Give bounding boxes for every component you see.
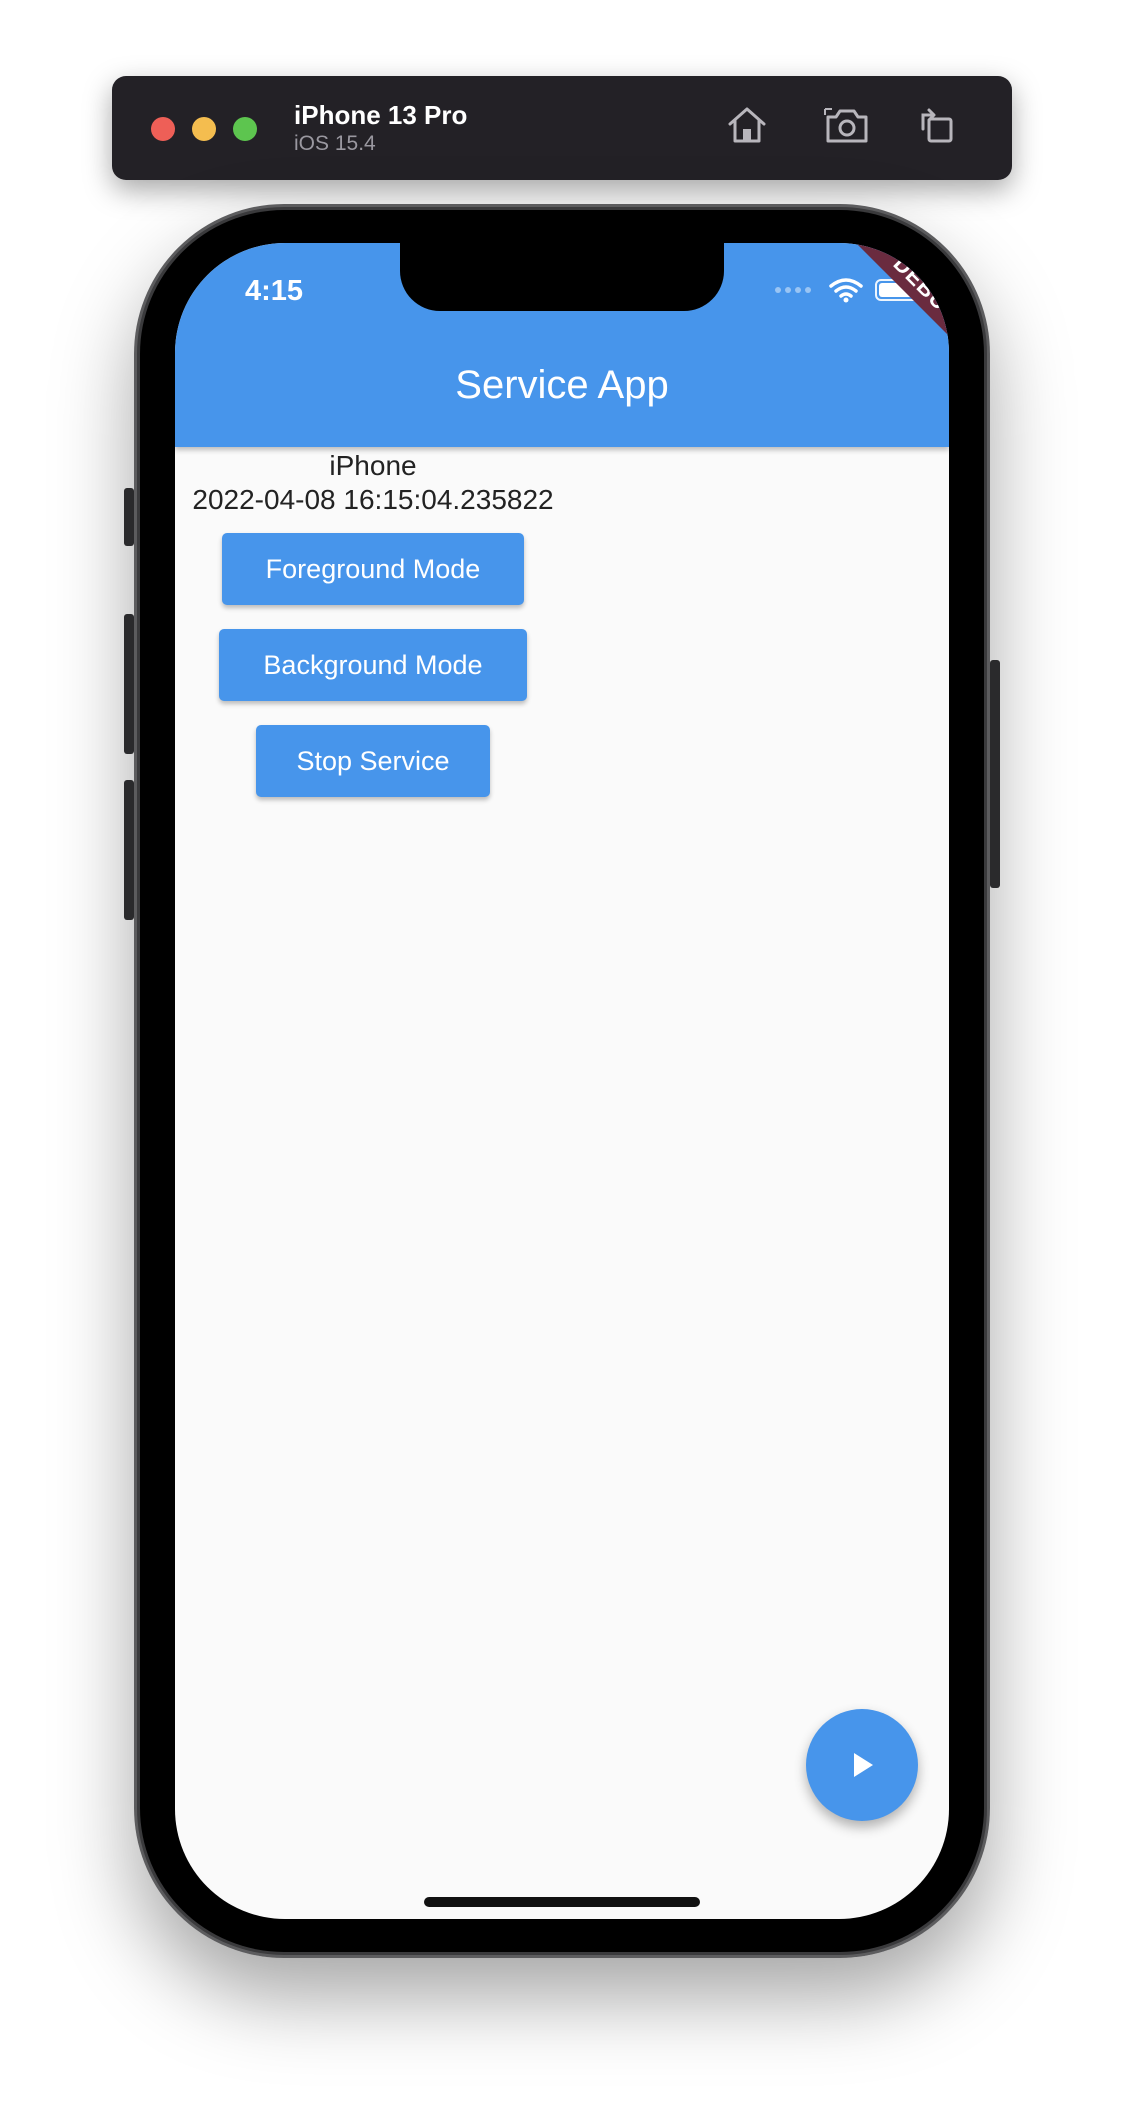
stop-service-button[interactable]: Stop Service [256, 725, 490, 797]
zoom-window-button[interactable] [233, 117, 257, 141]
home-indicator [424, 1897, 700, 1907]
app-bar: 4:15 Service App DEBUG [175, 243, 949, 447]
minimize-window-button[interactable] [192, 117, 216, 141]
home-button[interactable] [722, 100, 772, 150]
volume-down-button [124, 780, 134, 920]
device-screen: 4:15 Service App DEBUG iPhone 2022-04-08… [175, 243, 949, 1919]
status-time: 4:15 [245, 275, 304, 307]
device-notch [400, 243, 724, 311]
simulator-os-version: iOS 15.4 [294, 132, 376, 155]
timestamp-label: 2022-04-08 16:15:04.235822 [192, 484, 554, 515]
background-mode-button[interactable]: Background Mode [219, 629, 527, 701]
cellular-signal-icon [775, 287, 811, 293]
volume-up-button [124, 614, 134, 754]
wifi-icon [829, 278, 863, 303]
main-content: iPhone 2022-04-08 16:15:04.235822 Foregr… [175, 449, 571, 797]
power-button [990, 660, 1000, 888]
debug-banner: DEBUG [844, 243, 949, 373]
foreground-mode-button[interactable]: Foreground Mode [222, 533, 524, 605]
page-title: Service App [455, 363, 669, 407]
simulator-device-name: iPhone 13 Pro [294, 100, 468, 130]
rotate-icon [921, 108, 953, 143]
home-icon [728, 107, 766, 143]
screenshot-button[interactable] [822, 100, 872, 150]
play-icon [854, 1753, 873, 1777]
play-fab-button[interactable] [806, 1709, 918, 1821]
rotate-button[interactable] [912, 100, 962, 150]
mute-switch [124, 488, 134, 546]
device-label: iPhone [329, 450, 417, 481]
screenshot-icon [824, 108, 868, 143]
close-window-button[interactable] [151, 117, 175, 141]
